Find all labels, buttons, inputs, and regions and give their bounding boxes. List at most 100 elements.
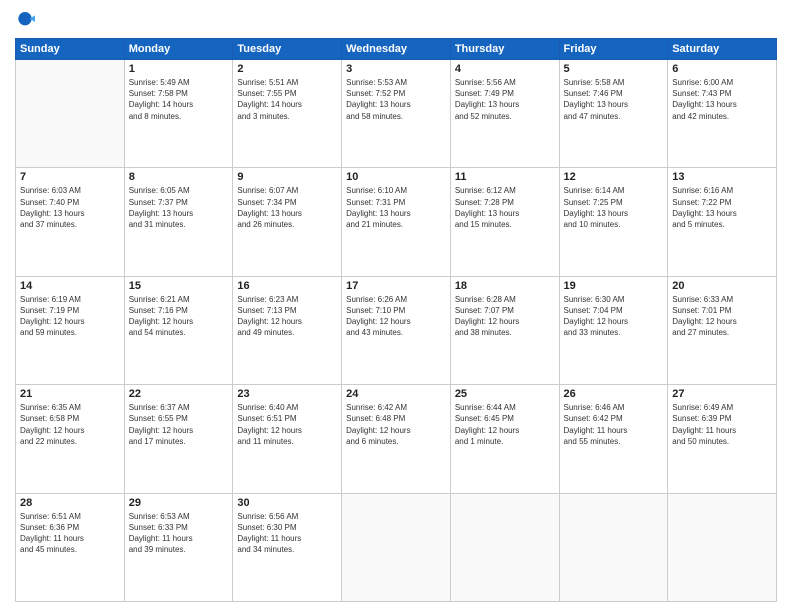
calendar-cell: 8Sunrise: 6:05 AM Sunset: 7:37 PM Daylig… — [124, 168, 233, 276]
day-number: 9 — [237, 171, 337, 183]
calendar-cell — [559, 493, 668, 601]
day-info: Sunrise: 6:10 AM Sunset: 7:31 PM Dayligh… — [346, 185, 446, 230]
calendar-cell: 6 Sunrise: 6:00 AM Sunset: 7:43 PM Daylig… — [668, 60, 777, 168]
day-info: Sunrise: 5:56 AM Sunset: 7:49 PM Dayligh… — [455, 77, 555, 122]
day-info: Sunrise: 6:37 AM Sunset: 6:55 PM Dayligh… — [129, 402, 229, 447]
calendar-cell: 5 Sunrise: 5:58 AM Sunset: 7:46 PM Daylig… — [559, 60, 668, 168]
day-info: Sunrise: 6:28 AM Sunset: 7:07 PM Dayligh… — [455, 294, 555, 339]
calendar-cell — [450, 493, 559, 601]
day-info: Sunrise: 5:58 AM Sunset: 7:46 PM Dayligh… — [564, 77, 664, 122]
day-number: 5 — [564, 63, 664, 75]
logo-icon — [15, 10, 35, 30]
day-number: 1 — [129, 63, 229, 75]
day-info: Sunrise: 6:35 AM Sunset: 6:58 PM Dayligh… — [20, 402, 120, 447]
day-number: 12 — [564, 171, 664, 183]
calendar-cell: 15 Sunrise: 6:21 AM Sunset: 7:16 PM Dayli… — [124, 276, 233, 384]
weekday-header-thursday: Thursday — [450, 39, 559, 60]
week-row-2: 14 Sunrise: 6:19 AM Sunset: 7:19 PM Dayli… — [16, 276, 777, 384]
weekday-header-tuesday: Tuesday — [233, 39, 342, 60]
day-info: Sunrise: 6:19 AM Sunset: 7:19 PM Dayligh… — [20, 294, 120, 339]
day-info: Sunrise: 6:44 AM Sunset: 6:45 PM Dayligh… — [455, 402, 555, 447]
day-number: 22 — [129, 388, 229, 400]
weekday-header-monday: Monday — [124, 39, 233, 60]
day-number: 16 — [237, 280, 337, 292]
day-number: 14 — [20, 280, 120, 292]
day-number: 17 — [346, 280, 446, 292]
day-info: Sunrise: 6:12 AM Sunset: 7:28 PM Dayligh… — [455, 185, 555, 230]
calendar-cell: 23Sunrise: 6:40 AM Sunset: 6:51 PM Dayli… — [233, 385, 342, 493]
day-number: 28 — [20, 497, 120, 509]
day-info: Sunrise: 6:46 AM Sunset: 6:42 PM Dayligh… — [564, 402, 664, 447]
calendar-cell: 12 Sunrise: 6:14 AM Sunset: 7:25 PM Dayli… — [559, 168, 668, 276]
header — [15, 10, 777, 30]
day-info: Sunrise: 6:33 AM Sunset: 7:01 PM Dayligh… — [672, 294, 772, 339]
calendar-cell: 21 Sunrise: 6:35 AM Sunset: 6:58 PM Dayli… — [16, 385, 125, 493]
weekday-header-saturday: Saturday — [668, 39, 777, 60]
day-info: Sunrise: 6:14 AM Sunset: 7:25 PM Dayligh… — [564, 185, 664, 230]
weekday-header-friday: Friday — [559, 39, 668, 60]
day-number: 27 — [672, 388, 772, 400]
weekday-header-wednesday: Wednesday — [342, 39, 451, 60]
calendar-cell: 19Sunrise: 6:30 AM Sunset: 7:04 PM Dayli… — [559, 276, 668, 384]
day-info: Sunrise: 6:56 AM Sunset: 6:30 PM Dayligh… — [237, 511, 337, 556]
day-number: 10 — [346, 171, 446, 183]
calendar-cell: 28Sunrise: 6:51 AM Sunset: 6:36 PM Dayli… — [16, 493, 125, 601]
day-info: Sunrise: 6:26 AM Sunset: 7:10 PM Dayligh… — [346, 294, 446, 339]
day-info: Sunrise: 6:42 AM Sunset: 6:48 PM Dayligh… — [346, 402, 446, 447]
day-number: 6 — [672, 63, 772, 75]
day-info: Sunrise: 6:49 AM Sunset: 6:39 PM Dayligh… — [672, 402, 772, 447]
weekday-header-sunday: Sunday — [16, 39, 125, 60]
calendar-cell: 9 Sunrise: 6:07 AM Sunset: 7:34 PM Daylig… — [233, 168, 342, 276]
calendar-cell: 27 Sunrise: 6:49 AM Sunset: 6:39 PM Dayli… — [668, 385, 777, 493]
day-number: 20 — [672, 280, 772, 292]
page: SundayMondayTuesdayWednesdayThursdayFrid… — [0, 0, 792, 612]
day-info: Sunrise: 6:03 AM Sunset: 7:40 PM Dayligh… — [20, 185, 120, 230]
day-info: Sunrise: 5:51 AM Sunset: 7:55 PM Dayligh… — [237, 77, 337, 122]
day-number: 29 — [129, 497, 229, 509]
calendar-cell: 7 Sunrise: 6:03 AM Sunset: 7:40 PM Daylig… — [16, 168, 125, 276]
calendar-cell: 26 Sunrise: 6:46 AM Sunset: 6:42 PM Dayli… — [559, 385, 668, 493]
day-number: 24 — [346, 388, 446, 400]
week-row-4: 28Sunrise: 6:51 AM Sunset: 6:36 PM Dayli… — [16, 493, 777, 601]
day-info: Sunrise: 5:53 AM Sunset: 7:52 PM Dayligh… — [346, 77, 446, 122]
week-row-0: 1 Sunrise: 5:49 AM Sunset: 7:58 PM Daylig… — [16, 60, 777, 168]
calendar-cell: 17 Sunrise: 6:26 AM Sunset: 7:10 PM Dayli… — [342, 276, 451, 384]
day-info: Sunrise: 6:53 AM Sunset: 6:33 PM Dayligh… — [129, 511, 229, 556]
calendar-cell: 29 Sunrise: 6:53 AM Sunset: 6:33 PM Dayli… — [124, 493, 233, 601]
day-number: 19 — [564, 280, 664, 292]
day-number: 2 — [237, 63, 337, 75]
day-number: 18 — [455, 280, 555, 292]
logo — [15, 10, 39, 30]
calendar-cell — [668, 493, 777, 601]
week-row-3: 21 Sunrise: 6:35 AM Sunset: 6:58 PM Dayli… — [16, 385, 777, 493]
day-number: 23 — [237, 388, 337, 400]
calendar-cell: 14 Sunrise: 6:19 AM Sunset: 7:19 PM Dayli… — [16, 276, 125, 384]
calendar-cell: 13Sunrise: 6:16 AM Sunset: 7:22 PM Dayli… — [668, 168, 777, 276]
day-info: Sunrise: 6:07 AM Sunset: 7:34 PM Dayligh… — [237, 185, 337, 230]
day-info: Sunrise: 6:00 AM Sunset: 7:43 PM Dayligh… — [672, 77, 772, 122]
day-info: Sunrise: 6:16 AM Sunset: 7:22 PM Dayligh… — [672, 185, 772, 230]
calendar-cell: 1 Sunrise: 5:49 AM Sunset: 7:58 PM Daylig… — [124, 60, 233, 168]
calendar-cell: 20 Sunrise: 6:33 AM Sunset: 7:01 PM Dayli… — [668, 276, 777, 384]
day-number: 15 — [129, 280, 229, 292]
calendar-cell: 30 Sunrise: 6:56 AM Sunset: 6:30 PM Dayli… — [233, 493, 342, 601]
calendar-cell: 25 Sunrise: 6:44 AM Sunset: 6:45 PM Dayli… — [450, 385, 559, 493]
calendar-table: SundayMondayTuesdayWednesdayThursdayFrid… — [15, 38, 777, 602]
day-number: 26 — [564, 388, 664, 400]
day-info: Sunrise: 5:49 AM Sunset: 7:58 PM Dayligh… — [129, 77, 229, 122]
day-number: 11 — [455, 171, 555, 183]
day-number: 30 — [237, 497, 337, 509]
calendar-cell: 18 Sunrise: 6:28 AM Sunset: 7:07 PM Dayli… — [450, 276, 559, 384]
day-number: 8 — [129, 171, 229, 183]
day-number: 3 — [346, 63, 446, 75]
calendar-cell: 24 Sunrise: 6:42 AM Sunset: 6:48 PM Dayli… — [342, 385, 451, 493]
day-number: 25 — [455, 388, 555, 400]
weekday-header-row: SundayMondayTuesdayWednesdayThursdayFrid… — [16, 39, 777, 60]
calendar-cell: 10 Sunrise: 6:10 AM Sunset: 7:31 PM Dayli… — [342, 168, 451, 276]
calendar-cell: 16Sunrise: 6:23 AM Sunset: 7:13 PM Dayli… — [233, 276, 342, 384]
day-info: Sunrise: 6:21 AM Sunset: 7:16 PM Dayligh… — [129, 294, 229, 339]
day-number: 21 — [20, 388, 120, 400]
calendar-cell: 2 Sunrise: 5:51 AM Sunset: 7:55 PM Daylig… — [233, 60, 342, 168]
day-number: 7 — [20, 171, 120, 183]
calendar-cell: 11 Sunrise: 6:12 AM Sunset: 7:28 PM Dayli… — [450, 168, 559, 276]
